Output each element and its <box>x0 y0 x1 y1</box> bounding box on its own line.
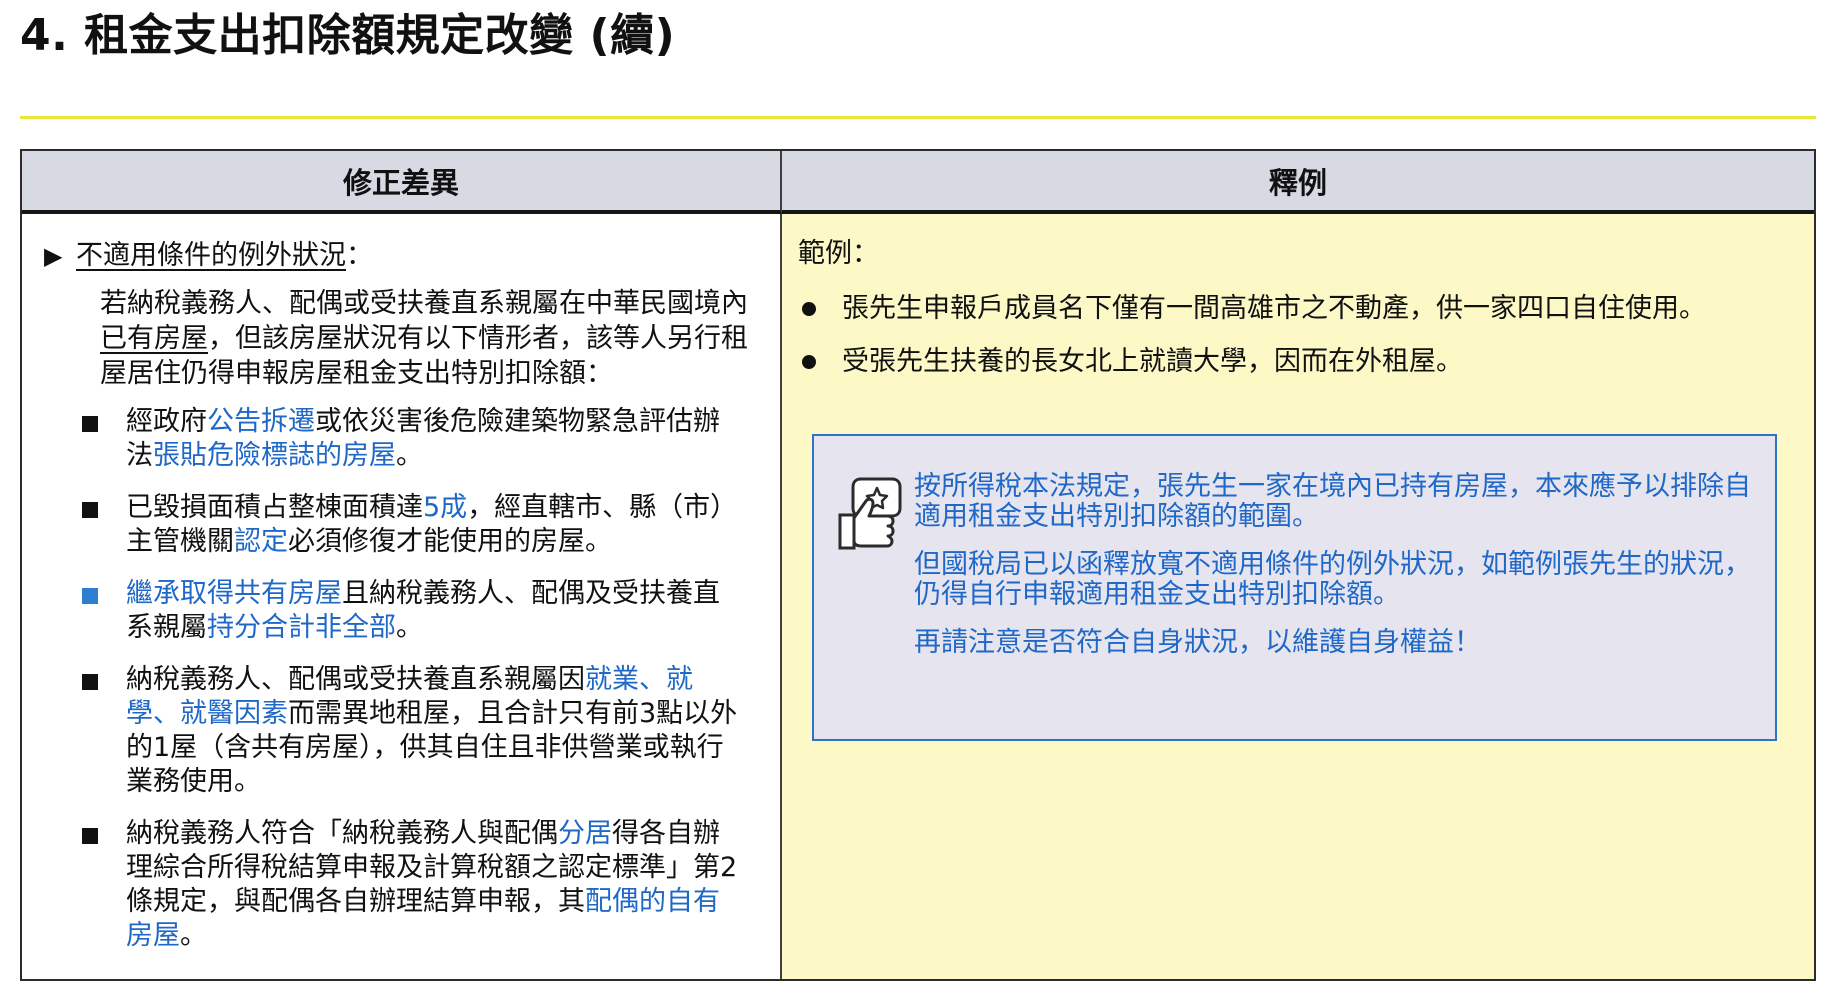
right-column-header: 釋例 <box>782 151 1814 214</box>
amendment-differences-panel: ▶ 不適用條件的例外狀況 ： 若納稅義務人、配偶或受扶養直系親屬在中華民國境內已… <box>22 214 782 979</box>
exception-item-text: 經政府公告拆遷或依災害後危險建築物緊急評估辦法張貼危險標誌的房屋。 <box>126 405 746 473</box>
exception-item-text: 納稅義務人符合「納稅義務人與配偶分居得各自辦理綜合所得稅結算申報及計算稅額之認定… <box>126 817 746 953</box>
example-item-text: 受張先生扶養的長女北上就讀大學，因而在外租屋。 <box>842 346 1463 377</box>
exception-list: 經政府公告拆遷或依災害後危險建築物緊急評估辦法張貼危險標誌的房屋。 已毀損面積占整… <box>44 405 756 953</box>
exception-phrase: 納稅義務人、配偶或受扶養直系親屬因 <box>126 664 585 695</box>
example-panel: 範例： 張先生申報戶成員名下僅有一間高雄市之不動產，供一家四口自住使用。 受張先生… <box>782 214 1814 979</box>
example-list: 張先生申報戶成員名下僅有一間高雄市之不動產，供一家四口自住使用。 受張先生扶養的長… <box>798 291 1796 380</box>
exception-list-item: 經政府公告拆遷或依災害後危險建築物緊急評估辦法張貼危險標誌的房屋。 <box>44 405 756 473</box>
explanation-paragraph-rule: 按所得稅本法規定，張先生一家在境內已持有房屋，本來應予以排除自適用租金支出特別扣… <box>914 471 1751 532</box>
explanation-paragraph-reminder: 再請注意是否符合自身狀況，以維護自身權益！ <box>914 627 1481 658</box>
exception-list-item: 納稅義務人符合「納稅義務人與配偶分居得各自辦理綜合所得稅結算申報及計算稅額之認定… <box>44 817 756 953</box>
exception-phrase: 已毀損面積占整棟面積達 <box>126 492 423 523</box>
highlighted-exception-phrase: 公告拆遷 <box>207 406 315 437</box>
exception-section-title: 不適用條件的例外狀況 <box>76 240 346 271</box>
explanation-note-box: 按所得稅本法規定，張先生一家在境內已持有房屋，本來應予以排除自適用租金支出特別扣… <box>812 434 1777 741</box>
example-title: 範例： <box>798 238 879 269</box>
exception-introduction: 若納稅義務人、配偶或受扶養直系親屬在中華民國境內已有房屋，但該房屋狀況有以下情形… <box>100 286 756 391</box>
exception-section-heading: ▶ 不適用條件的例外狀況 ： <box>44 238 756 274</box>
exception-list-item: 繼承取得共有房屋且納稅義務人、配偶及受扶養直系親屬持分合計非全部。 <box>44 577 756 645</box>
square-bullet-icon <box>82 828 98 844</box>
square-bullet-icon <box>82 502 98 518</box>
exception-item-text: 已毀損面積占整棟面積達5成，經直轄市、縣（市）主管機關認定必須修復才能使用的房屋… <box>126 491 746 559</box>
exception-phrase: 。 <box>180 920 207 951</box>
exception-list-item: 已毀損面積占整棟面積達5成，經直轄市、縣（市）主管機關認定必須修復才能使用的房屋… <box>44 491 756 559</box>
exception-phrase: 必須修復才能使用的房屋。 <box>288 526 612 557</box>
highlighted-exception-phrase: 張貼危險標誌的房屋 <box>153 440 396 471</box>
exception-item-text: 繼承取得共有房屋且納稅義務人、配偶及受扶養直系親屬持分合計非全部。 <box>126 577 746 645</box>
highlighted-exception-phrase: 分居 <box>558 818 612 849</box>
highlighted-exception-phrase: 認定 <box>234 526 288 557</box>
example-list-item: 受張先生扶養的長女北上就讀大學，因而在外租屋。 <box>798 344 1796 380</box>
document-page: 4. 租金支出扣除額規定改變 (續) 修正差異 釋例 ▶ 不適用條件的例外狀況 … <box>0 0 1830 998</box>
left-column-header: 修正差異 <box>22 151 782 214</box>
highlighted-exception-phrase: 繼承取得共有房屋 <box>126 578 342 609</box>
round-bullet-icon <box>802 355 816 369</box>
comparison-table: 修正差異 釋例 ▶ 不適用條件的例外狀況 ： 若納稅義務人、配偶或受扶養直系親屬… <box>20 149 1816 981</box>
exception-phrase: 。 <box>396 440 423 471</box>
square-bullet-icon <box>82 416 98 432</box>
example-item-text: 張先生申報戶成員名下僅有一間高雄市之不動產，供一家四口自住使用。 <box>842 293 1706 324</box>
thumbs-up-speech-icon <box>838 477 902 550</box>
introduction-text-start: 若納稅義務人、配偶或受扶養直系親屬在中華民國境內 <box>100 288 748 319</box>
explanation-paragraph-exception: 但國稅局已以函釋放寬不適用條件的例外狀況，如範例張先生的狀況，仍得自行申報適用租… <box>914 549 1751 610</box>
title-divider <box>20 116 1816 119</box>
example-list-item: 張先生申報戶成員名下僅有一間高雄市之不動產，供一家四口自住使用。 <box>798 291 1796 327</box>
highlighted-exception-phrase: 持分合計非全部 <box>207 612 396 643</box>
exception-section-colon: ： <box>346 240 373 271</box>
round-bullet-icon <box>802 302 816 316</box>
square-bullet-icon <box>82 588 98 604</box>
exception-phrase: 納稅義務人符合「納稅義務人與配偶 <box>126 818 558 849</box>
triangle-bullet-icon: ▶ <box>44 242 63 270</box>
exception-phrase: 經政府 <box>126 406 207 437</box>
square-bullet-icon <box>82 674 98 690</box>
exception-item-text: 納稅義務人、配偶或受扶養直系親屬因就業、就學、就醫因素而需異地租屋，且合計只有前… <box>126 663 746 799</box>
highlighted-exception-phrase: 5成 <box>423 492 468 523</box>
exception-list-item: 納稅義務人、配偶或受扶養直系親屬因就業、就學、就醫因素而需異地租屋，且合計只有前… <box>44 663 756 799</box>
exception-phrase: 。 <box>396 612 423 643</box>
owned-house-text: 已有房屋 <box>100 323 208 354</box>
page-title: 4. 租金支出扣除額規定改變 (續) <box>20 10 676 61</box>
